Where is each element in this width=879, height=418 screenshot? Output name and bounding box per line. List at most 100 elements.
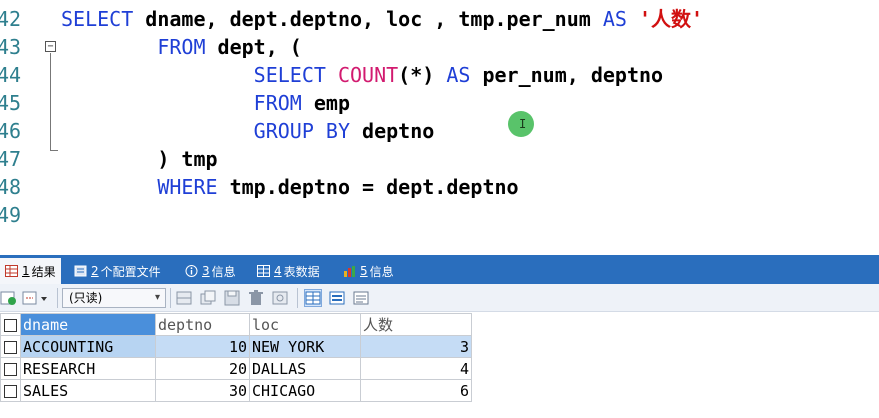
result-tabbar: 1 结果 2 个配置文件 3 信息 4 表数据 5 信息 [0, 255, 879, 284]
code-text: FROM emp [61, 89, 350, 117]
table-row[interactable]: ACCOUNTING 10 NEW YORK 3 [0, 335, 472, 358]
fold-toggle[interactable]: − [45, 41, 56, 52]
code-line[interactable]: 42 SELECT dname, dept.deptno, loc , tmp.p… [0, 5, 879, 33]
code-line[interactable]: 49 [0, 201, 879, 229]
tab-label: 结果 [31, 264, 56, 279]
code-text: GROUP BY deptno [61, 117, 435, 145]
row-checkbox[interactable] [0, 379, 21, 402]
cell-per-num[interactable]: 3 [360, 335, 472, 358]
code-line[interactable]: 43 FROM dept, ( [0, 33, 879, 61]
table-row[interactable]: RESEARCH 20 DALLAS 4 [0, 357, 472, 380]
chevron-down-icon: ▾ [154, 292, 160, 303]
info-icon [185, 265, 198, 277]
select-all-checkbox[interactable] [0, 313, 21, 336]
column-header-per-num[interactable]: 人数 [360, 313, 472, 336]
tab-table-data[interactable]: 4 表数据 [257, 258, 320, 284]
column-header-deptno[interactable]: deptno [155, 313, 250, 336]
sql-token: per_num, deptno [470, 63, 664, 87]
line-number: 44 [0, 63, 22, 87]
refresh-icon[interactable] [0, 289, 18, 307]
text-view-icon[interactable] [352, 289, 370, 307]
code-line[interactable]: 48 WHERE tmp.deptno = dept.deptno [0, 173, 879, 201]
cell-loc[interactable]: DALLAS [249, 357, 361, 380]
result-grid: dname deptno loc 人数 ACCOUNTING 10 NEW YO… [0, 312, 879, 418]
sql-keyword: SELECT [61, 7, 134, 31]
tab-number: 2 [91, 264, 99, 278]
cell-dname[interactable]: ACCOUNTING [20, 335, 156, 358]
table-header-row: dname deptno loc 人数 [0, 313, 472, 336]
sql-editor[interactable]: 42 SELECT dname, dept.deptno, loc , tmp.p… [0, 0, 879, 250]
sql-string: '人数' [639, 7, 704, 31]
cell-deptno[interactable]: 20 [155, 357, 250, 380]
code-text: FROM dept, ( [61, 33, 302, 61]
fold-guide [50, 53, 51, 151]
line-number: 48 [0, 175, 22, 199]
delete-icon[interactable] [247, 289, 265, 307]
mode-select-value: (只读) [69, 291, 103, 305]
profile-icon [74, 265, 87, 277]
cell-deptno[interactable]: 10 [155, 335, 250, 358]
line-number: 46 [0, 119, 22, 143]
sql-keyword: FROM [253, 91, 302, 115]
code-text: WHERE tmp.deptno = dept.deptno [61, 173, 519, 201]
sql-token: deptno [349, 119, 435, 143]
tab-info[interactable]: 3 信息 [185, 258, 236, 284]
sql-keyword: FROM [157, 35, 206, 59]
cell-loc[interactable]: NEW YORK [249, 335, 361, 358]
read-only-mode-select[interactable]: (只读) ▾ [62, 288, 166, 308]
sql-token: dname, dept.deptno, loc , tmp.per_num [133, 7, 603, 31]
cell-deptno[interactable]: 30 [155, 379, 250, 402]
save-icon[interactable] [223, 289, 241, 307]
tab-profiles[interactable]: 2 个配置文件 [74, 258, 161, 284]
code-line[interactable]: 46 GROUP BY deptno [0, 117, 879, 145]
table-row[interactable]: SALES 30 CHICAGO 6 [0, 379, 472, 402]
cell-per-num[interactable]: 6 [360, 379, 472, 402]
insert-row-icon[interactable] [175, 289, 193, 307]
tab-info-2[interactable]: 5 信息 [343, 258, 394, 284]
tab-results[interactable]: 1 结果 [0, 258, 61, 284]
fold-guide-end [50, 150, 58, 151]
sql-token: emp [301, 91, 350, 115]
cell-loc[interactable]: CHICAGO [249, 379, 361, 402]
column-header-dname[interactable]: dname [20, 313, 156, 336]
cell-per-num[interactable]: 4 [360, 357, 472, 380]
sql-token: tmp.deptno = dept.deptno [217, 175, 519, 199]
tab-number: 3 [202, 264, 210, 278]
result-table: dname deptno loc 人数 ACCOUNTING 10 NEW YO… [0, 313, 472, 402]
line-number: 45 [0, 91, 22, 115]
export-dropdown-icon[interactable] [22, 289, 54, 307]
column-header-loc[interactable]: loc [249, 313, 361, 336]
sql-keyword: SELECT [253, 63, 326, 87]
toolbar-divider [57, 288, 58, 308]
duplicate-row-icon[interactable] [199, 289, 217, 307]
code-text: ) tmp [61, 145, 217, 173]
grid-view-icon[interactable] [304, 289, 322, 307]
code-text: SELECT dname, dept.deptno, loc , tmp.per… [61, 5, 703, 33]
sql-token: dept, ( [205, 35, 302, 59]
sql-keyword: AS [602, 7, 627, 31]
tab-number: 1 [22, 264, 30, 278]
code-line[interactable]: 45 FROM emp [0, 89, 879, 117]
row-checkbox[interactable] [0, 357, 21, 380]
code-line[interactable]: 44 SELECT COUNT(*) AS per_num, deptno [0, 61, 879, 89]
line-number: 43 [0, 35, 22, 59]
cell-dname[interactable]: RESEARCH [20, 357, 156, 380]
sql-function: COUNT [337, 63, 399, 87]
sql-token: (*) [398, 63, 447, 87]
sql-keyword: WHERE [157, 175, 218, 199]
sql-keyword: GROUP BY [253, 119, 350, 143]
tab-number: 5 [360, 264, 368, 278]
row-checkbox[interactable] [0, 335, 21, 358]
tab-label: 信息 [211, 264, 236, 279]
line-number: 49 [0, 203, 22, 227]
code-line[interactable]: 47 ) tmp [0, 145, 879, 173]
result-toolbar: (只读) ▾ [0, 284, 879, 312]
form-view-icon[interactable] [328, 289, 346, 307]
cell-dname[interactable]: SALES [20, 379, 156, 402]
filter-icon[interactable] [271, 289, 289, 307]
